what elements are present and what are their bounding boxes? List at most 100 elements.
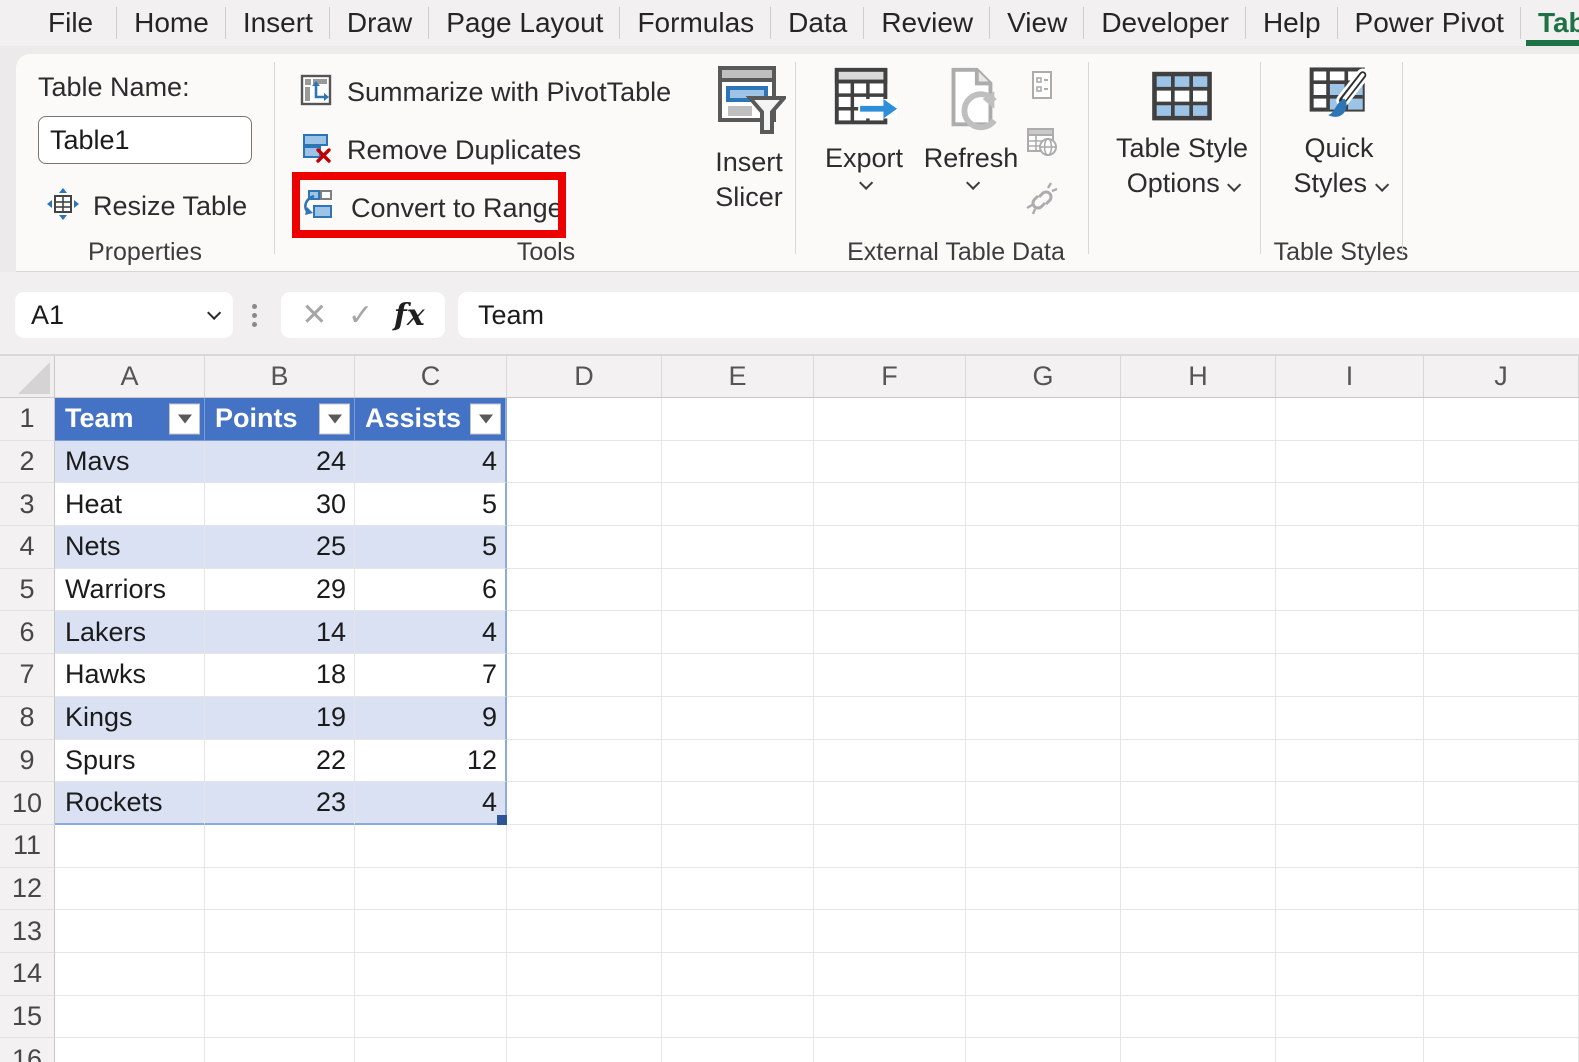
cell-F11[interactable] (814, 824, 966, 868)
tab-page-layout[interactable]: Page Layout (429, 0, 621, 46)
cell-B10[interactable]: 23 (205, 782, 355, 825)
cell-F6[interactable] (814, 611, 966, 655)
cell-I15[interactable] (1276, 995, 1424, 1039)
row-header-13[interactable]: 13 (0, 910, 55, 953)
formula-input[interactable]: Team (458, 292, 1579, 338)
tab-home[interactable]: Home (117, 0, 226, 46)
summarize-with-pivottable-button[interactable]: Summarize with PivotTable (298, 70, 671, 114)
cell-D12[interactable] (507, 867, 662, 911)
cell-H3[interactable] (1121, 483, 1276, 527)
row-header-2[interactable]: 2 (0, 440, 55, 484)
cell-G3[interactable] (966, 483, 1121, 527)
cell-I1[interactable] (1276, 398, 1424, 441)
cell-B12[interactable] (205, 867, 355, 911)
tab-file[interactable]: File (24, 0, 118, 46)
table-resize-handle[interactable] (497, 814, 507, 825)
cell-H1[interactable] (1121, 398, 1276, 441)
cell-E10[interactable] (662, 782, 814, 825)
cell-G16[interactable] (966, 1038, 1121, 1062)
row-header-1[interactable]: 1 (0, 398, 55, 441)
cell-C11[interactable] (355, 824, 507, 868)
cell-E15[interactable] (662, 995, 814, 1039)
cell-G8[interactable] (966, 696, 1121, 740)
cell-D8[interactable] (507, 696, 662, 740)
cell-I5[interactable] (1276, 568, 1424, 612)
filter-dropdown-button[interactable] (470, 403, 501, 435)
cell-H4[interactable] (1121, 526, 1276, 569)
filter-dropdown-button[interactable] (319, 403, 350, 435)
cell-G9[interactable] (966, 739, 1121, 783)
cell-C6[interactable]: 4 (355, 611, 507, 655)
cell-H13[interactable] (1121, 910, 1276, 953)
cell-C5[interactable]: 6 (355, 568, 507, 612)
cell-A2[interactable]: Mavs (55, 440, 205, 484)
unlink-icon[interactable] (1024, 180, 1060, 216)
cell-C9[interactable]: 12 (355, 739, 507, 783)
tab-table-design[interactable]: Table Design (1521, 0, 1579, 46)
cell-F16[interactable] (814, 1038, 966, 1062)
cancel-icon[interactable]: ✕ (301, 297, 327, 333)
cell-B3[interactable]: 30 (205, 483, 355, 527)
filter-dropdown-button[interactable] (169, 403, 200, 435)
row-header-7[interactable]: 7 (0, 654, 55, 697)
name-box-chevron[interactable] (207, 305, 222, 320)
cell-G12[interactable] (966, 867, 1121, 911)
cell-G7[interactable] (966, 654, 1121, 697)
cell-A15[interactable] (55, 995, 205, 1039)
cell-D4[interactable] (507, 526, 662, 569)
row-header-6[interactable]: 6 (0, 611, 55, 655)
cell-F12[interactable] (814, 867, 966, 911)
export-button[interactable]: Export (814, 64, 914, 190)
table-properties-icon[interactable] (1024, 68, 1060, 104)
cell-G15[interactable] (966, 995, 1121, 1039)
cell-A6[interactable]: Lakers (55, 611, 205, 655)
row-header-15[interactable]: 15 (0, 995, 55, 1039)
quick-styles-button[interactable]: Quick Styles (1276, 64, 1402, 201)
row-header-4[interactable]: 4 (0, 526, 55, 569)
cell-E12[interactable] (662, 867, 814, 911)
refresh-dropdown-chevron[interactable] (966, 175, 981, 190)
select-all-corner[interactable] (0, 356, 55, 397)
cell-H7[interactable] (1121, 654, 1276, 697)
tab-developer[interactable]: Developer (1084, 0, 1246, 46)
cell-I4[interactable] (1276, 526, 1424, 569)
cell-E9[interactable] (662, 739, 814, 783)
cell-B14[interactable] (205, 952, 355, 996)
cell-J8[interactable] (1424, 696, 1579, 740)
enter-icon[interactable]: ✓ (348, 298, 373, 333)
cell-J14[interactable] (1424, 952, 1579, 996)
cell-H16[interactable] (1121, 1038, 1276, 1062)
cell-E2[interactable] (662, 440, 814, 484)
cell-J1[interactable] (1424, 398, 1579, 441)
convert-to-range-button[interactable]: Convert to Range (300, 186, 563, 230)
cell-J11[interactable] (1424, 824, 1579, 868)
cell-F5[interactable] (814, 568, 966, 612)
cell-A4[interactable]: Nets (55, 526, 205, 569)
cell-C2[interactable]: 4 (355, 440, 507, 484)
insert-slicer-button[interactable]: Insert Slicer (688, 62, 810, 215)
tab-help[interactable]: Help (1246, 0, 1338, 46)
cell-I7[interactable] (1276, 654, 1424, 697)
cell-I16[interactable] (1276, 1038, 1424, 1062)
row-header-3[interactable]: 3 (0, 483, 55, 527)
cell-F7[interactable] (814, 654, 966, 697)
tab-formulas[interactable]: Formulas (620, 0, 771, 46)
table-name-input[interactable] (38, 116, 252, 164)
cell-D1[interactable] (507, 398, 662, 441)
cell-D5[interactable] (507, 568, 662, 612)
cell-I14[interactable] (1276, 952, 1424, 996)
cell-B16[interactable] (205, 1038, 355, 1062)
cell-D16[interactable] (507, 1038, 662, 1062)
cell-G5[interactable] (966, 568, 1121, 612)
cell-B4[interactable]: 25 (205, 526, 355, 569)
cell-D7[interactable] (507, 654, 662, 697)
column-header-B[interactable]: B (205, 356, 355, 397)
cell-E7[interactable] (662, 654, 814, 697)
row-header-5[interactable]: 5 (0, 568, 55, 612)
cell-A12[interactable] (55, 867, 205, 911)
cell-E14[interactable] (662, 952, 814, 996)
cell-E6[interactable] (662, 611, 814, 655)
row-header-11[interactable]: 11 (0, 824, 55, 868)
row-header-16[interactable]: 16 (0, 1038, 55, 1062)
cell-F3[interactable] (814, 483, 966, 527)
